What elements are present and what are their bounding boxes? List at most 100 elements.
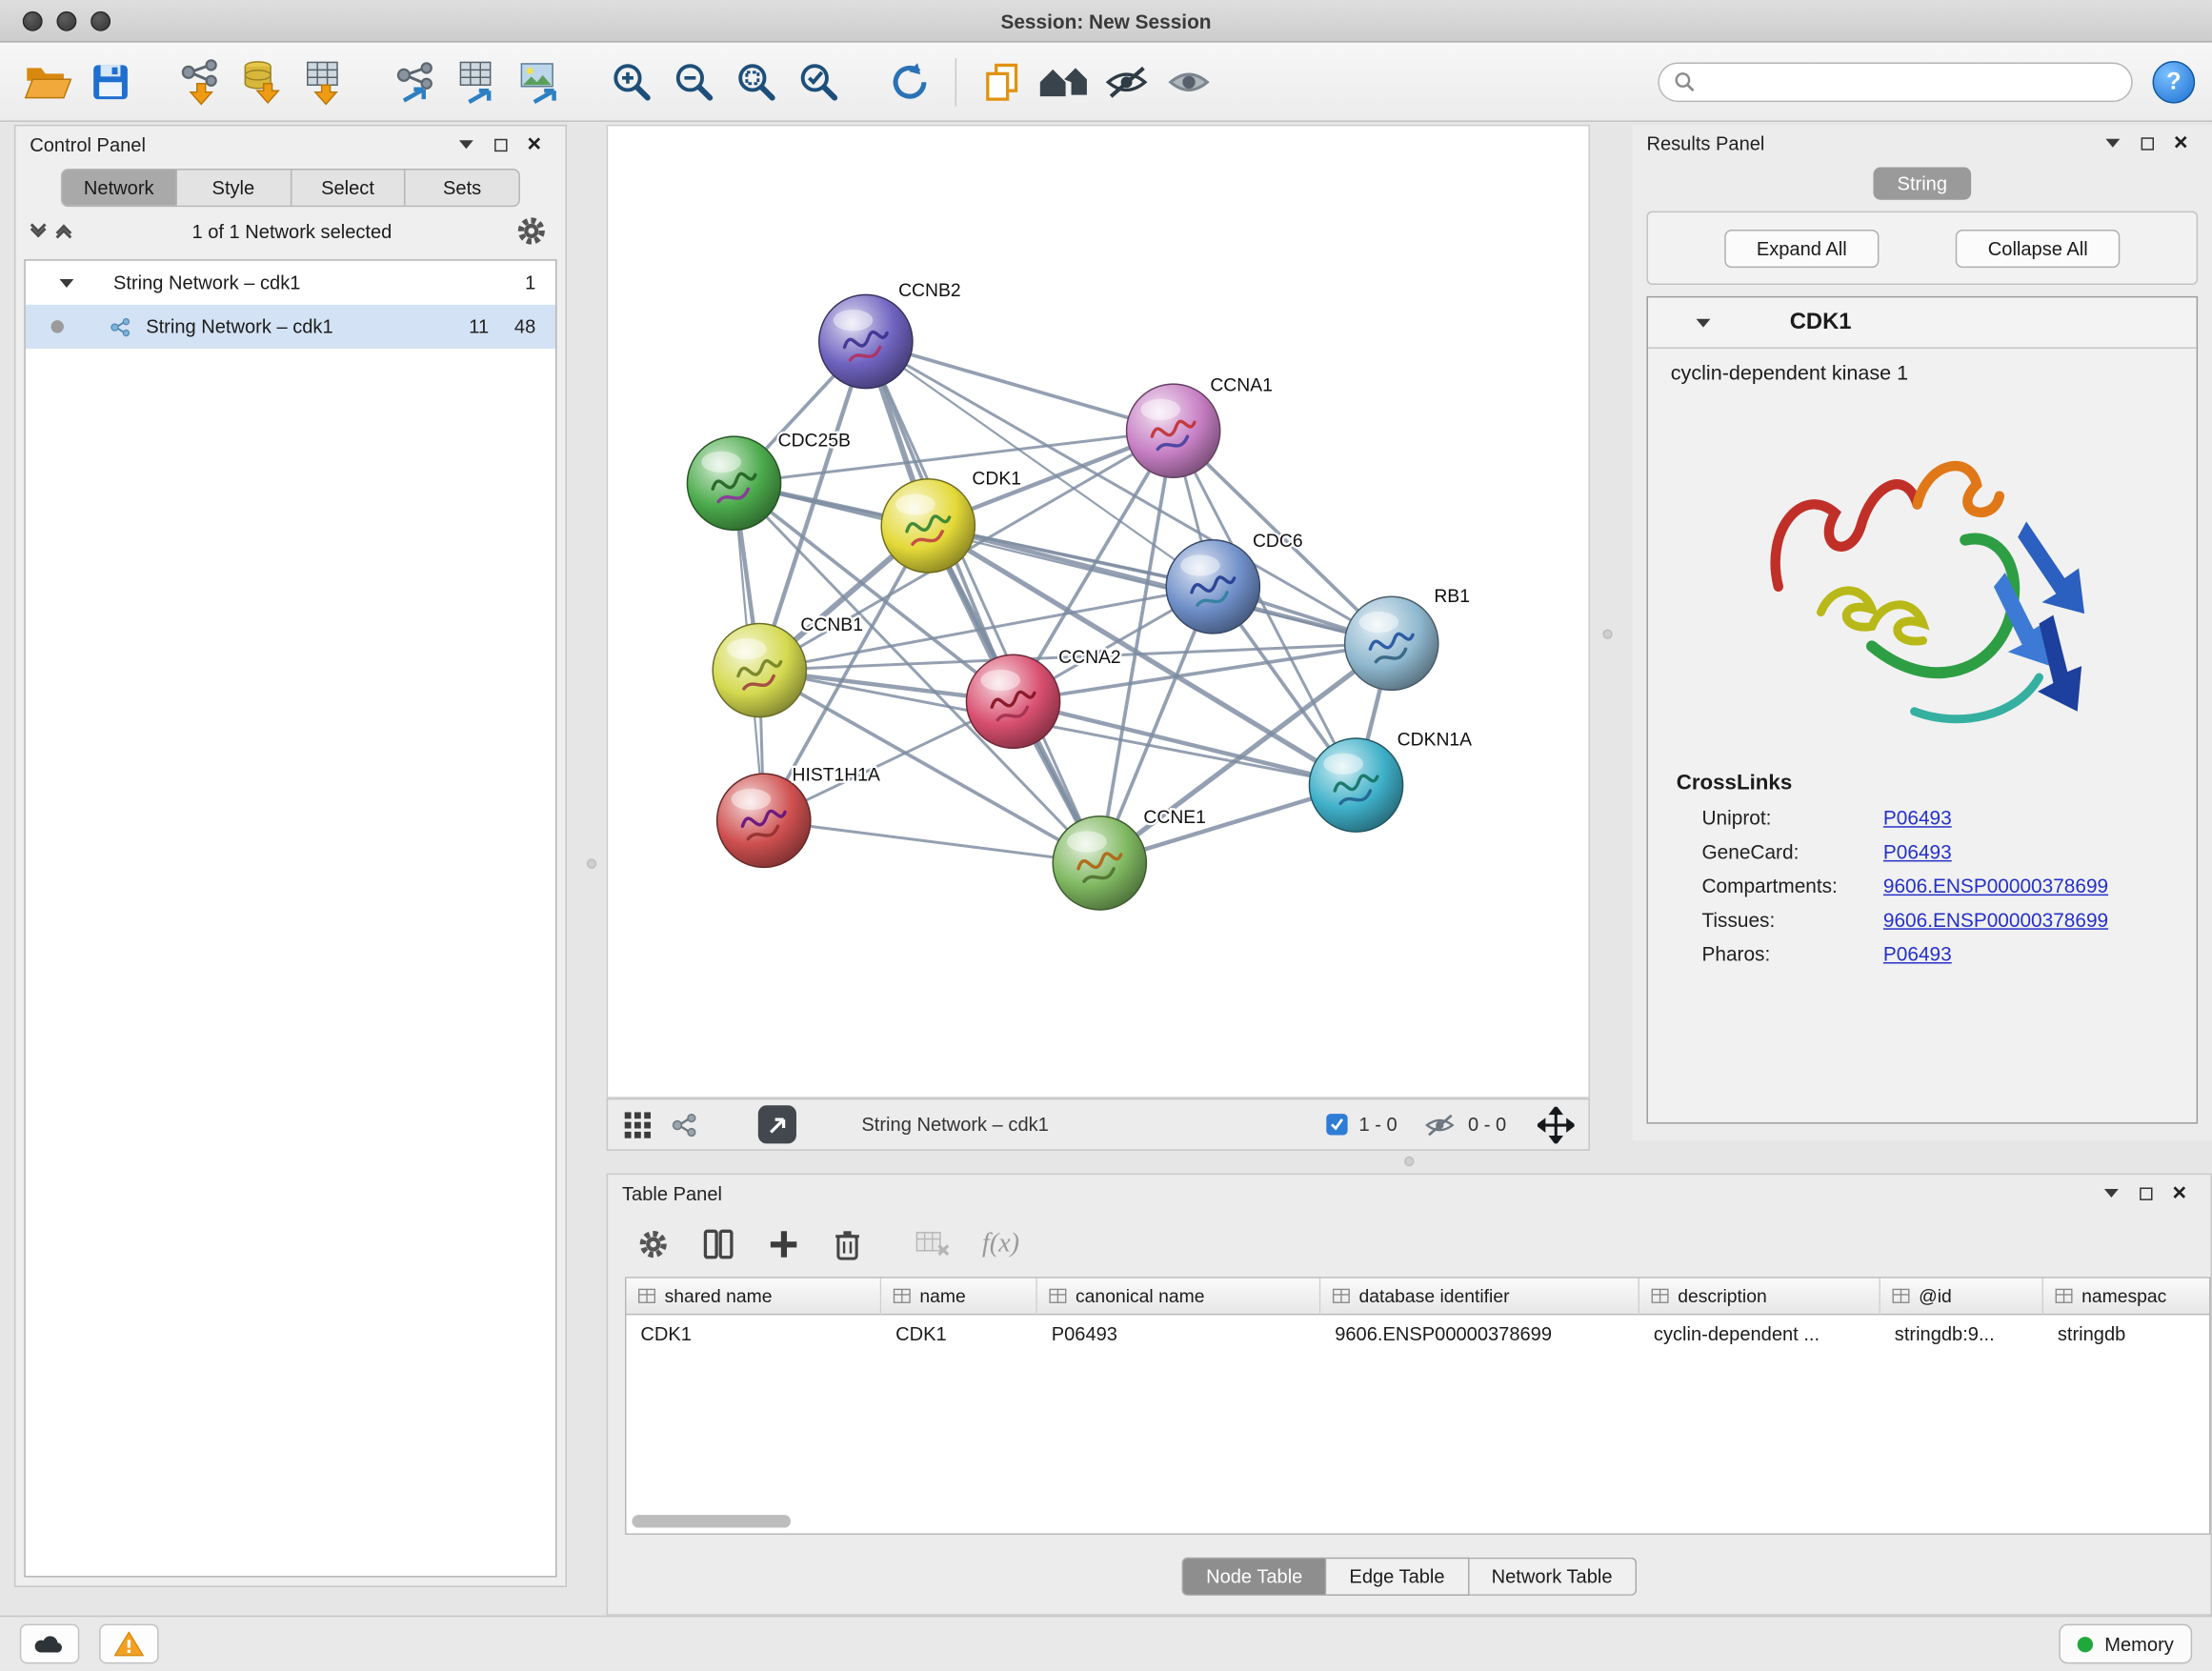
memory-indicator[interactable]: Memory [2060,1624,2192,1664]
column-header[interactable]: @id [1880,1278,2043,1316]
import-network-database-button[interactable] [232,50,294,112]
cloud-button[interactable] [20,1624,79,1664]
collapse-all-button[interactable]: Collapse All [1956,229,2121,267]
panel-collapse-icon[interactable] [2095,1189,2129,1198]
tab-network-table[interactable]: Network Table [1469,1558,1637,1596]
tab-network[interactable]: Network [62,171,176,206]
network-node-ccna1[interactable] [1127,384,1220,477]
network-tree-root-row[interactable]: String Network – cdk1 1 [26,261,555,305]
column-header[interactable]: name [881,1278,1037,1316]
table-cell[interactable]: CDK1 [626,1315,881,1352]
hide-annotations-button[interactable] [1096,50,1157,112]
panel-float-icon[interactable] [2130,137,2164,150]
table-cell[interactable]: cyclin-dependent ... [1639,1315,1880,1352]
zoom-out-button[interactable] [663,50,725,112]
add-icon[interactable] [767,1227,801,1261]
new-network-button[interactable] [386,50,448,112]
table-row[interactable]: CDK1 CDK1 P06493 9606.ENSP00000378699 cy… [626,1315,2209,1352]
tab-sets[interactable]: Sets [406,171,519,206]
warnings-button[interactable] [99,1624,158,1664]
column-header[interactable]: shared name [626,1278,881,1316]
network-node-ccne1[interactable] [1053,816,1146,910]
table-cell[interactable]: 9606.ENSP00000378699 [1320,1315,1639,1352]
toolbar-search-input[interactable] [1704,70,2117,91]
network-node-rb1[interactable] [1345,596,1438,690]
tab-select[interactable]: Select [292,171,406,206]
expand-all-button[interactable]: Expand All [1724,229,1880,267]
crosslink-link[interactable]: 9606.ENSP00000378699 [1883,908,2108,931]
network-node-cdkn1a[interactable] [1309,738,1402,832]
clear-table-icon[interactable] [914,1229,951,1260]
save-session-button[interactable] [79,50,141,112]
network-node-ccnb1[interactable] [713,624,806,717]
entry-disclosure-icon[interactable] [1697,318,1711,327]
network-tree-child-row[interactable]: String Network – cdk1 11 48 [26,305,555,349]
export-image-button[interactable] [511,50,573,112]
network-node-cdc6[interactable] [1166,540,1259,634]
panel-close-icon[interactable]: × [2162,1179,2197,1208]
hidden-eye-slash-icon[interactable] [1422,1112,1457,1137]
tab-style[interactable]: Style [177,171,292,206]
column-header[interactable]: database identifier [1320,1278,1639,1316]
selected-checkbox-icon[interactable] [1326,1114,1347,1135]
network-canvas[interactable]: CCNB2CCNA1CDC25BCDK1CDC6RB1CCNB1CCNA2CDK… [607,125,1590,1098]
refresh-view-button[interactable] [878,50,940,112]
splitter-handle[interactable] [1404,1157,1414,1166]
document-copy-button[interactable] [971,50,1033,112]
table-cell[interactable]: stringdb:9... [1880,1315,2043,1352]
zoom-fit-button[interactable] [726,50,788,112]
window-close-icon[interactable] [23,11,43,31]
gear-icon[interactable] [514,214,549,249]
columns-icon[interactable] [701,1227,735,1261]
table-cell[interactable]: stringdb [2043,1315,2211,1352]
home-button[interactable] [1033,50,1095,112]
network-node-cdk1[interactable] [881,479,975,573]
tab-edge-table[interactable]: Edge Table [1327,1558,1469,1596]
panel-collapse-icon[interactable] [450,140,484,149]
table-cell[interactable]: CDK1 [881,1315,1037,1352]
clone-network-button[interactable] [448,50,510,112]
network-edge[interactable] [764,820,1100,863]
zoom-selected-button[interactable] [788,50,850,112]
zoom-in-button[interactable] [601,50,663,112]
splitter-handle[interactable] [1602,629,1612,638]
network-edge[interactable] [866,341,1174,431]
crosslink-link[interactable]: 9606.ENSP00000378699 [1883,875,2108,897]
column-header[interactable]: description [1639,1278,1880,1316]
column-header[interactable]: namespac [2043,1278,2211,1316]
network-node-ccnb2[interactable] [819,294,913,388]
splitter-handle[interactable] [587,858,596,868]
table-cell[interactable]: P06493 [1037,1315,1321,1352]
gear-icon[interactable] [636,1227,671,1261]
import-table-button[interactable] [294,50,356,112]
network-node-ccna2[interactable] [966,654,1059,748]
window-maximize-icon[interactable] [90,11,111,31]
open-session-button[interactable] [17,50,79,112]
horizontal-scrollbar[interactable] [632,1515,791,1527]
show-details-button[interactable] [1157,50,1219,112]
delete-icon[interactable] [832,1227,863,1261]
crosslink-link[interactable]: P06493 [1883,840,1952,863]
panel-float-icon[interactable] [2128,1187,2162,1199]
tab-string[interactable]: String [1873,168,1971,200]
network-edge[interactable] [866,341,1099,862]
panel-close-icon[interactable]: × [517,131,552,159]
network-birdseye-button[interactable] [671,1110,699,1138]
panel-close-icon[interactable]: × [2163,129,2198,157]
window-minimize-icon[interactable] [57,11,77,31]
crosslink-link[interactable]: P06493 [1883,806,1952,829]
tree-disclosure-icon[interactable] [59,278,73,287]
panel-collapse-icon[interactable] [2096,139,2130,148]
open-in-window-button[interactable] [758,1105,796,1143]
import-network-file-button[interactable] [171,50,232,112]
function-builder-icon[interactable]: f(x) [982,1229,1019,1260]
pan-move-icon[interactable] [1538,1106,1575,1143]
panel-float-icon[interactable] [483,138,517,151]
network-node-hist1h1a[interactable] [717,774,811,867]
protein-entry-header[interactable]: CDK1 [1648,297,2197,349]
collapse-all-icon[interactable] [32,227,44,235]
tab-node-table[interactable]: Node Table [1182,1558,1327,1596]
help-button[interactable]: ? [2153,60,2196,103]
grid-view-button[interactable] [622,1109,654,1140]
expand-all-icon[interactable] [58,227,70,235]
